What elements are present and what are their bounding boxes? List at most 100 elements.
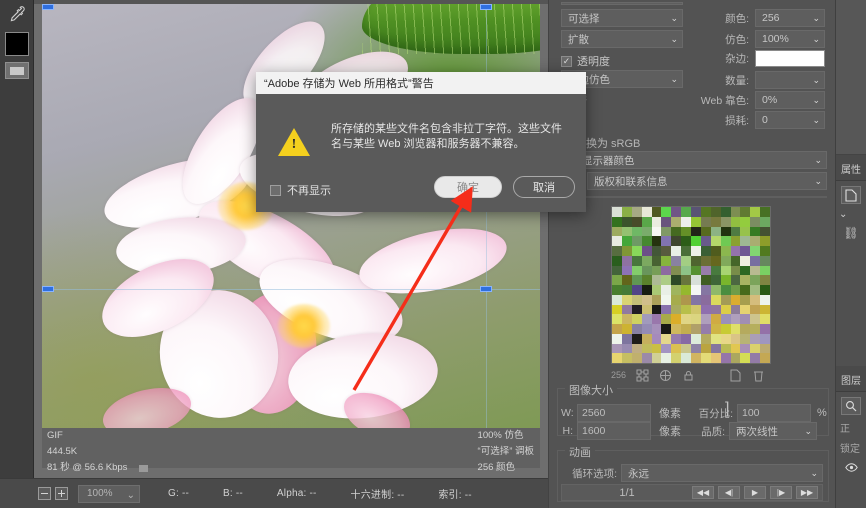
color-swatch[interactable] <box>661 285 672 295</box>
color-swatch[interactable] <box>730 353 741 363</box>
color-swatch[interactable] <box>661 314 672 324</box>
color-swatch[interactable] <box>671 236 682 246</box>
color-swatch[interactable] <box>750 216 761 227</box>
checkbox-icon[interactable] <box>270 184 281 196</box>
percent-row[interactable]: 百分比: 100 % <box>689 404 827 422</box>
color-swatch[interactable] <box>651 285 662 295</box>
color-swatch[interactable] <box>691 333 701 344</box>
color-swatch[interactable] <box>631 314 642 324</box>
play-button[interactable]: ▶ <box>744 486 766 499</box>
color-swatch[interactable] <box>621 324 632 334</box>
color-swatch[interactable] <box>760 333 770 344</box>
color-swatch[interactable] <box>710 333 721 344</box>
color-swatch[interactable] <box>730 294 741 305</box>
color-swatch[interactable] <box>720 216 731 227</box>
link-chain-icon[interactable]: ⛓ <box>836 226 866 240</box>
color-swatch[interactable] <box>760 255 770 266</box>
web-snap-select[interactable]: 0% ⌄ <box>755 91 825 109</box>
color-swatch[interactable] <box>710 343 721 354</box>
color-swatch[interactable] <box>760 324 770 334</box>
color-swatch[interactable] <box>681 255 691 266</box>
color-swatch[interactable] <box>651 294 662 305</box>
color-swatch[interactable] <box>750 226 761 237</box>
color-swatch[interactable] <box>691 246 701 256</box>
color-swatch[interactable] <box>700 265 711 276</box>
color-swatch[interactable] <box>631 275 642 285</box>
color-swatch[interactable] <box>661 353 672 363</box>
delete-color-icon[interactable] <box>752 369 765 382</box>
color-swatch[interactable] <box>681 333 691 344</box>
zoom-in-button[interactable] <box>55 487 68 500</box>
color-swatch[interactable] <box>691 324 701 334</box>
color-swatch[interactable] <box>710 275 721 285</box>
color-swatch[interactable] <box>740 255 751 266</box>
color-swatch[interactable] <box>750 275 761 285</box>
color-swatch[interactable] <box>621 294 632 305</box>
color-swatch[interactable] <box>720 255 731 266</box>
color-swatch[interactable] <box>612 236 622 246</box>
color-swatch[interactable] <box>710 255 721 266</box>
color-swatch[interactable] <box>671 207 682 217</box>
color-swatch[interactable] <box>720 265 731 276</box>
color-swatch[interactable] <box>612 343 622 354</box>
color-swatch[interactable] <box>661 294 672 305</box>
color-swatch[interactable] <box>641 343 652 354</box>
color-swatch[interactable] <box>631 216 642 227</box>
color-swatch[interactable] <box>760 294 770 305</box>
color-swatch[interactable] <box>661 216 672 227</box>
preview-select[interactable]: 显示器颜色 ⌄ <box>575 151 827 169</box>
color-swatch[interactable] <box>691 314 701 324</box>
color-swatch[interactable] <box>740 314 751 324</box>
color-swatch[interactable] <box>740 285 751 295</box>
color-swatch[interactable] <box>661 333 672 344</box>
color-swatch[interactable] <box>641 304 652 315</box>
web-snap-row[interactable]: Web 靠色: 0% ⌄ <box>689 91 827 109</box>
color-swatch[interactable] <box>691 304 701 315</box>
color-swatch[interactable] <box>760 236 770 246</box>
color-swatch[interactable] <box>720 226 731 237</box>
color-swatch[interactable] <box>621 343 632 354</box>
color-swatch[interactable] <box>641 275 652 285</box>
lossy-select[interactable]: 0 ⌄ <box>755 111 825 129</box>
color-swatch[interactable] <box>730 246 741 256</box>
color-swatch[interactable] <box>720 324 731 334</box>
color-swatch[interactable] <box>740 304 751 315</box>
color-swatch[interactable] <box>661 304 672 315</box>
color-swatch[interactable] <box>631 333 642 344</box>
color-swatch[interactable] <box>730 265 741 276</box>
color-swatch[interactable] <box>621 207 632 217</box>
color-swatch[interactable] <box>710 265 721 276</box>
color-swatch[interactable] <box>691 236 701 246</box>
quality-select[interactable]: 两次线性 ⌄ <box>729 422 817 440</box>
color-swatch[interactable] <box>720 236 731 246</box>
color-swatch[interactable] <box>720 343 731 354</box>
color-swatch[interactable] <box>671 275 682 285</box>
color-swatch[interactable] <box>710 246 721 256</box>
color-swatch[interactable] <box>651 275 662 285</box>
color-swatch[interactable] <box>631 246 642 256</box>
color-table[interactable] <box>611 206 771 364</box>
color-swatch[interactable] <box>681 353 691 363</box>
color-swatch[interactable] <box>720 314 731 324</box>
color-swatch[interactable] <box>730 236 741 246</box>
color-swatch[interactable] <box>631 343 642 354</box>
color-swatch[interactable] <box>651 343 662 354</box>
color-swatch[interactable] <box>621 265 632 276</box>
color-swatch[interactable] <box>641 216 652 227</box>
color-swatch[interactable] <box>612 324 622 334</box>
color-swatch[interactable] <box>612 353 622 363</box>
color-swatch[interactable] <box>651 353 662 363</box>
color-swatch[interactable] <box>760 343 770 354</box>
optimized-image-preview[interactable] <box>42 4 540 428</box>
color-swatch[interactable] <box>760 207 770 217</box>
color-swatch[interactable] <box>612 226 622 237</box>
color-swatch[interactable] <box>691 275 701 285</box>
color-swatch[interactable] <box>700 236 711 246</box>
color-swatch[interactable] <box>631 226 642 237</box>
color-swatch[interactable] <box>691 353 701 363</box>
color-swatch[interactable] <box>661 343 672 354</box>
color-swatch[interactable] <box>740 226 751 237</box>
download-speed-icon[interactable] <box>139 464 149 472</box>
color-swatch[interactable] <box>710 304 721 315</box>
color-swatch[interactable] <box>700 333 711 344</box>
